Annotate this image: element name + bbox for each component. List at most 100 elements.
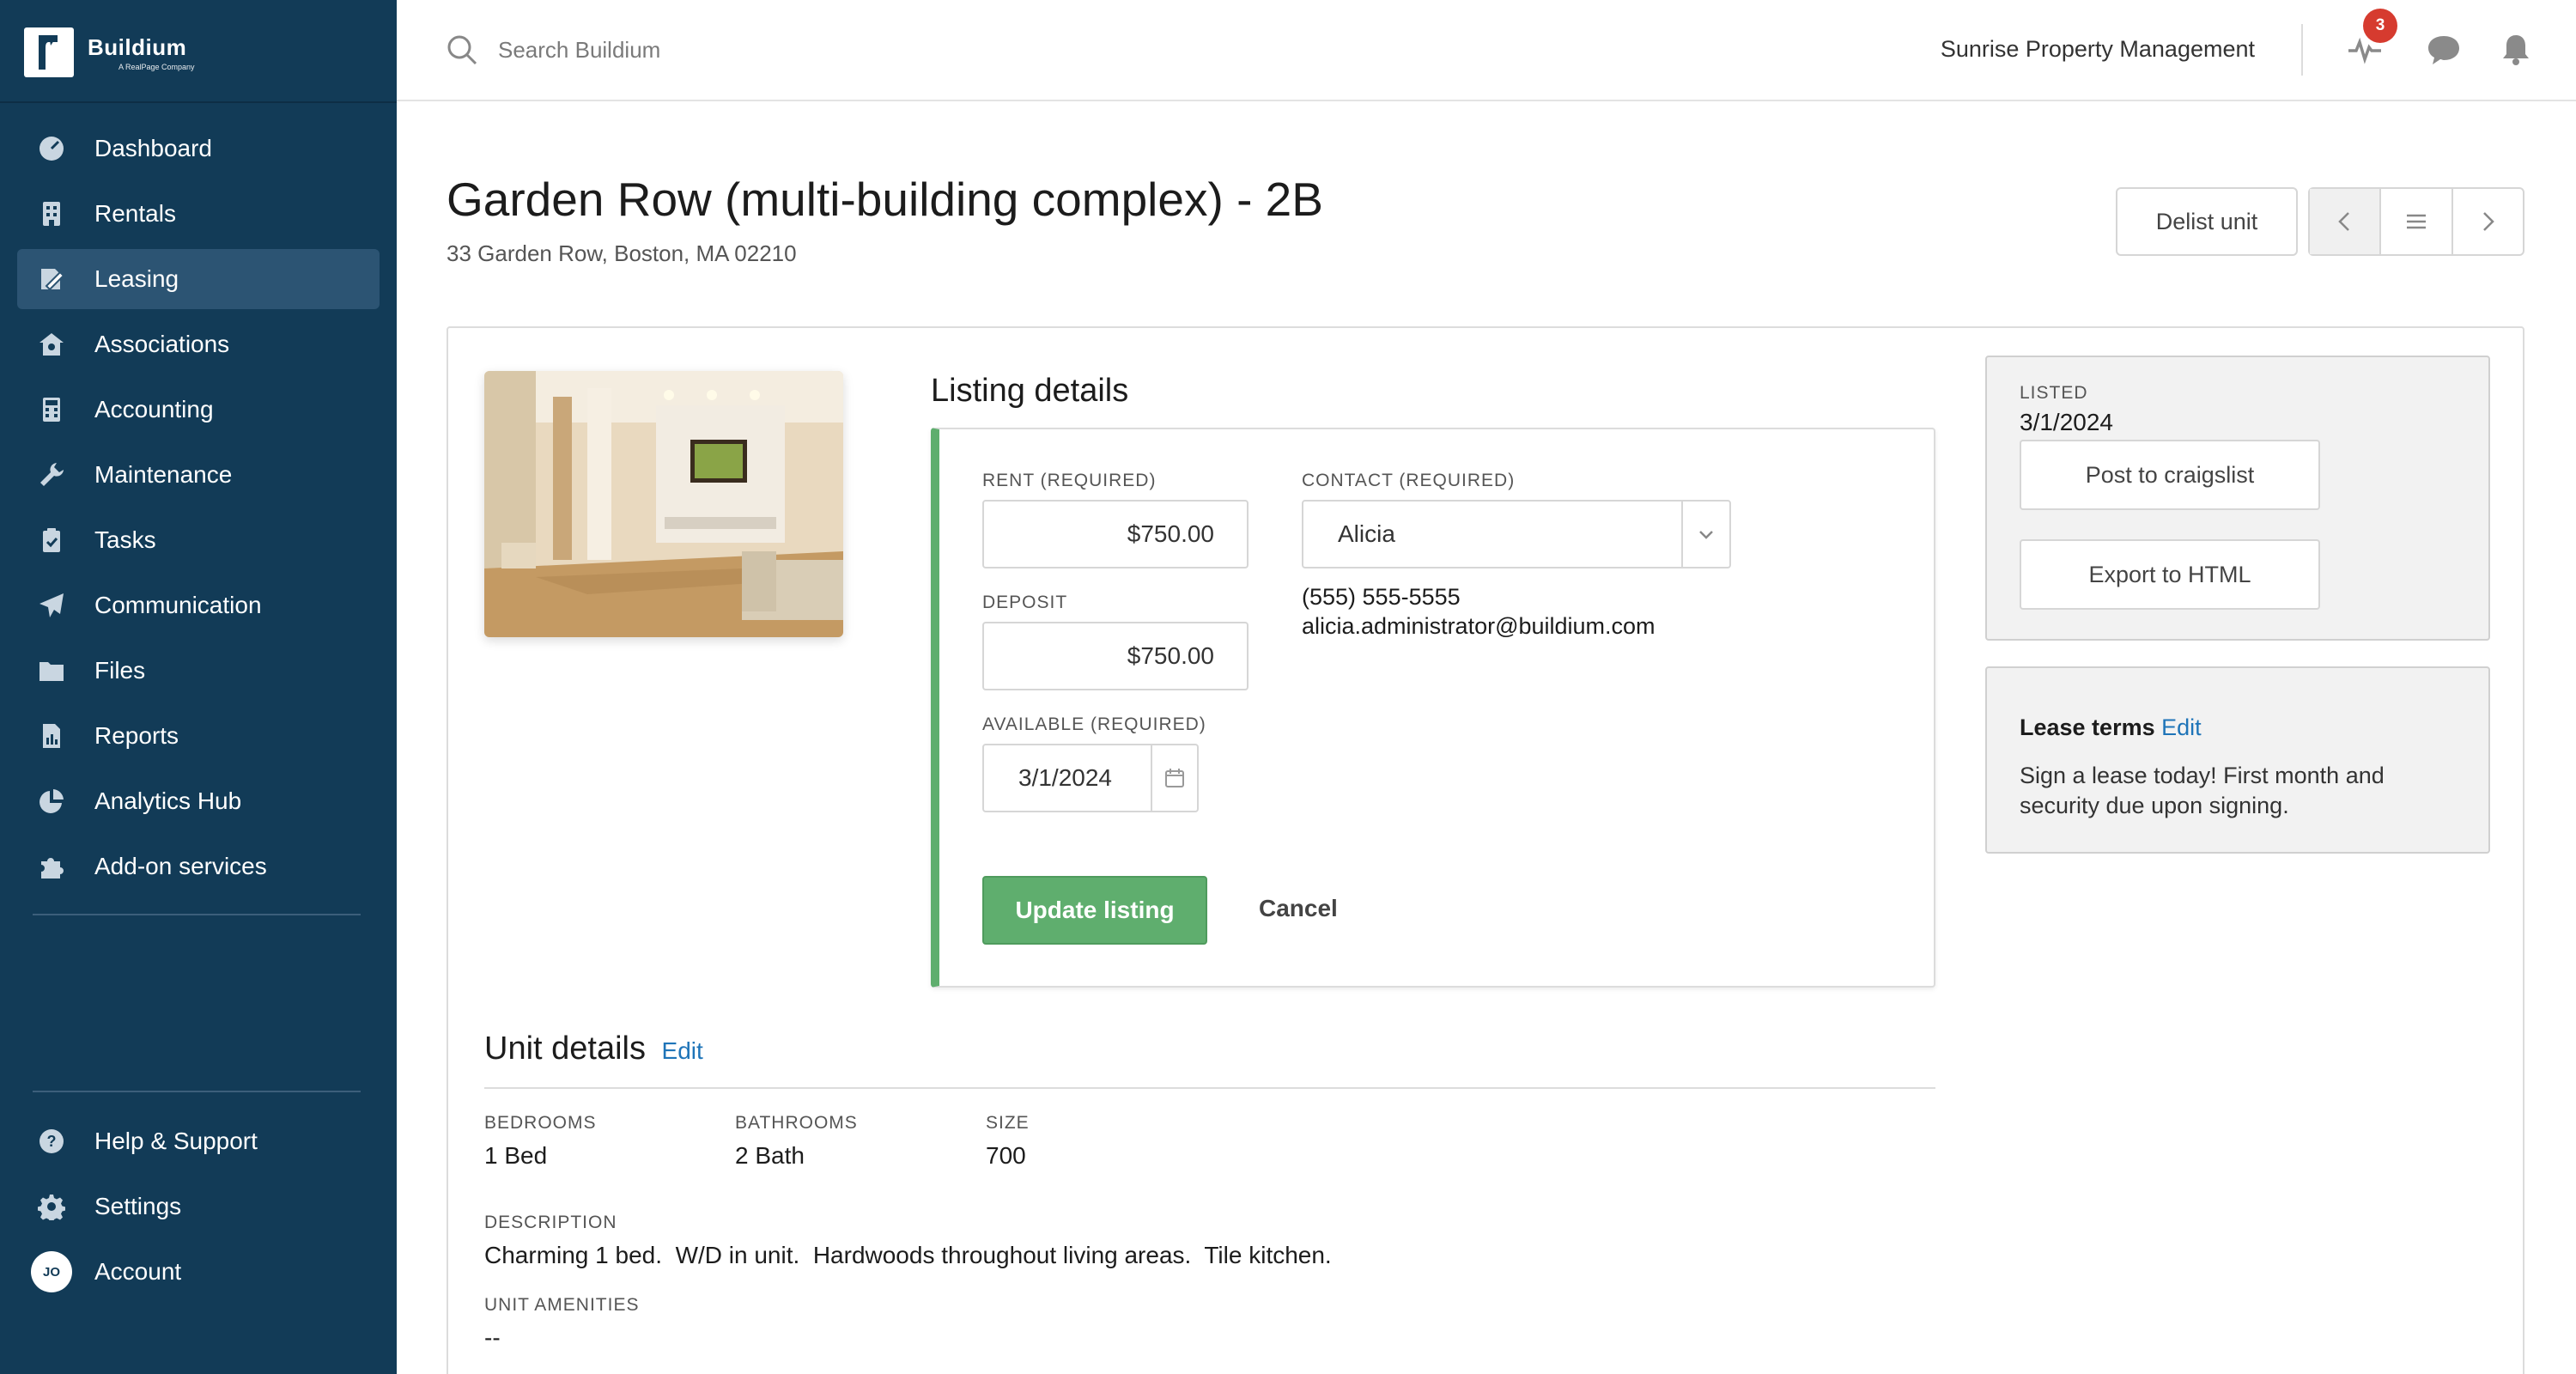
search-input[interactable]: [498, 29, 1099, 70]
unit-details-edit-link[interactable]: Edit: [662, 1037, 703, 1064]
notifications-button[interactable]: [2495, 29, 2537, 70]
sidebar-item-dashboard[interactable]: Dashboard: [17, 119, 380, 179]
sidebar-item-reports[interactable]: Reports: [17, 706, 380, 766]
sidebar-divider: [33, 1091, 361, 1092]
logo-mark-icon: [24, 27, 74, 77]
dashboard-icon: [36, 133, 67, 164]
sidebar-item-settings[interactable]: Settings: [17, 1176, 380, 1237]
paper-plane-icon: [36, 590, 67, 621]
sidebar-item-label: Help & Support: [94, 1128, 258, 1154]
top-header: Sunrise Property Management 3: [397, 0, 2576, 101]
main-nav: Dashboard Rentals Leasing Associations A…: [17, 119, 380, 902]
rent-label: RENT (REQUIRED): [982, 471, 1157, 490]
sidebar-item-files[interactable]: Files: [17, 641, 380, 701]
messages-button[interactable]: [2423, 29, 2464, 70]
sidebar-item-label: Leasing: [94, 265, 179, 292]
sidebar-item-label: Rentals: [94, 200, 176, 227]
contact-select-value: Alicia: [1338, 520, 1395, 547]
sidebar-item-maintenance[interactable]: Maintenance: [17, 445, 380, 505]
lease-terms-panel: Lease terms Edit Sign a lease today! Fir…: [1985, 666, 2490, 854]
logo-tagline: A RealPage Company: [118, 62, 195, 71]
lease-terms-edit-link[interactable]: Edit: [2161, 714, 2202, 740]
sidebar-item-label: Maintenance: [94, 461, 233, 488]
bathrooms-label: BATHROOMS: [735, 1113, 858, 1133]
unit-list-button[interactable]: [2379, 189, 2451, 254]
sidebar-item-associations[interactable]: Associations: [17, 314, 380, 374]
sidebar-item-analytics-hub[interactable]: Analytics Hub: [17, 771, 380, 831]
sidebar-item-tasks[interactable]: Tasks: [17, 510, 380, 570]
activity-button[interactable]: 3: [2344, 9, 2397, 70]
update-listing-button[interactable]: Update listing: [982, 876, 1207, 945]
sidebar-item-account[interactable]: JO Account: [17, 1242, 380, 1302]
lease-terms-header: Lease terms Edit: [2020, 714, 2202, 741]
unit-photo[interactable]: [484, 371, 843, 637]
sidebar-item-label: Tasks: [94, 526, 156, 553]
rent-input[interactable]: $750.00: [982, 500, 1249, 568]
contact-phone: (555) 555-5555: [1302, 584, 1461, 610]
pie-chart-icon: [36, 786, 67, 817]
calendar-icon[interactable]: [1151, 745, 1197, 811]
bottom-nav: ? Help & Support Settings JO Account: [17, 1111, 380, 1307]
company-name[interactable]: Sunrise Property Management: [1941, 36, 2255, 63]
deposit-label: DEPOSIT: [982, 593, 1068, 612]
logo-name: Buildium: [88, 33, 187, 60]
sidebar-item-label: Add-on services: [94, 853, 267, 879]
notification-count-badge: 3: [2363, 9, 2397, 43]
unit-details-header: Unit details Edit: [484, 1030, 703, 1067]
wrench-icon: [36, 459, 67, 490]
svg-text:?: ?: [47, 1133, 57, 1150]
sidebar-item-rentals[interactable]: Rentals: [17, 184, 380, 244]
unit-details-title: Unit details: [484, 1030, 646, 1067]
cancel-button[interactable]: Cancel: [1259, 895, 1338, 922]
description-value: Charming 1 bed. W/D in unit. Hardwoods t…: [484, 1242, 1332, 1268]
lease-terms-title: Lease terms: [2020, 714, 2155, 740]
sidebar-item-help-support[interactable]: ? Help & Support: [17, 1111, 380, 1171]
sidebar-item-label: Files: [94, 657, 146, 684]
sidebar-item-leasing[interactable]: Leasing: [17, 249, 380, 309]
size-value: 700: [986, 1142, 1026, 1169]
sidebar-item-label: Associations: [94, 331, 230, 357]
unit-amenities-label: UNIT AMENITIES: [484, 1295, 640, 1315]
next-unit-button[interactable]: [2451, 189, 2523, 254]
delist-unit-button[interactable]: Delist unit: [2116, 187, 2298, 256]
contact-select[interactable]: Alicia: [1302, 500, 1731, 568]
report-icon: [36, 720, 67, 751]
sidebar-item-communication[interactable]: Communication: [17, 575, 380, 635]
calculator-icon: [36, 394, 67, 425]
previous-unit-button[interactable]: [2310, 189, 2380, 254]
available-label: AVAILABLE (REQUIRED): [982, 714, 1206, 734]
search-icon[interactable]: [445, 33, 479, 67]
header-divider: [2301, 24, 2303, 76]
export-to-html-button[interactable]: Export to HTML: [2020, 539, 2320, 610]
sidebar-item-label: Reports: [94, 722, 179, 749]
sidebar-item-label: Accounting: [94, 396, 214, 423]
unit-pager: [2308, 187, 2524, 256]
sidebar-item-label: Settings: [94, 1193, 182, 1219]
listed-date: 3/1/2024: [2020, 409, 2113, 435]
sidebar-divider: [33, 914, 361, 915]
sidebar-item-label: Communication: [94, 592, 262, 618]
sidebar-item-label: Account: [94, 1258, 182, 1285]
chevron-left-icon: [2337, 212, 2349, 231]
chevron-down-icon[interactable]: [1681, 502, 1729, 567]
deposit-input[interactable]: $750.00: [982, 622, 1249, 690]
sidebar-item-accounting[interactable]: Accounting: [17, 380, 380, 440]
page-title: Garden Row (multi-building complex) - 2B: [447, 173, 1323, 226]
bedrooms-value: 1 Bed: [484, 1142, 548, 1169]
building-icon: [36, 198, 67, 229]
sidebar-item-add-on-services[interactable]: Add-on services: [17, 836, 380, 897]
help-icon: ?: [36, 1126, 67, 1157]
sidebar-item-label: Analytics Hub: [94, 787, 242, 814]
bell-icon: [2503, 35, 2529, 65]
unit-listing-card: Listing details RENT (REQUIRED) $750.00 …: [447, 326, 2524, 1374]
unit-address: 33 Garden Row, Boston, MA 02210: [447, 240, 797, 266]
post-to-craigslist-button[interactable]: Post to craigslist: [2020, 440, 2320, 510]
chat-bubble-icon: [2428, 36, 2459, 64]
listed-label: LISTED: [2020, 383, 2088, 403]
buildium-logo[interactable]: Buildium A RealPage Company: [24, 27, 195, 77]
listing-status-panel: LISTED 3/1/2024 Post to craigslist Expor…: [1985, 356, 2490, 641]
contact-label: CONTACT (REQUIRED): [1302, 471, 1516, 490]
chevron-right-icon: [2483, 212, 2495, 231]
available-date-picker[interactable]: 3/1/2024: [982, 744, 1199, 812]
available-date-value[interactable]: 3/1/2024: [984, 764, 1151, 792]
